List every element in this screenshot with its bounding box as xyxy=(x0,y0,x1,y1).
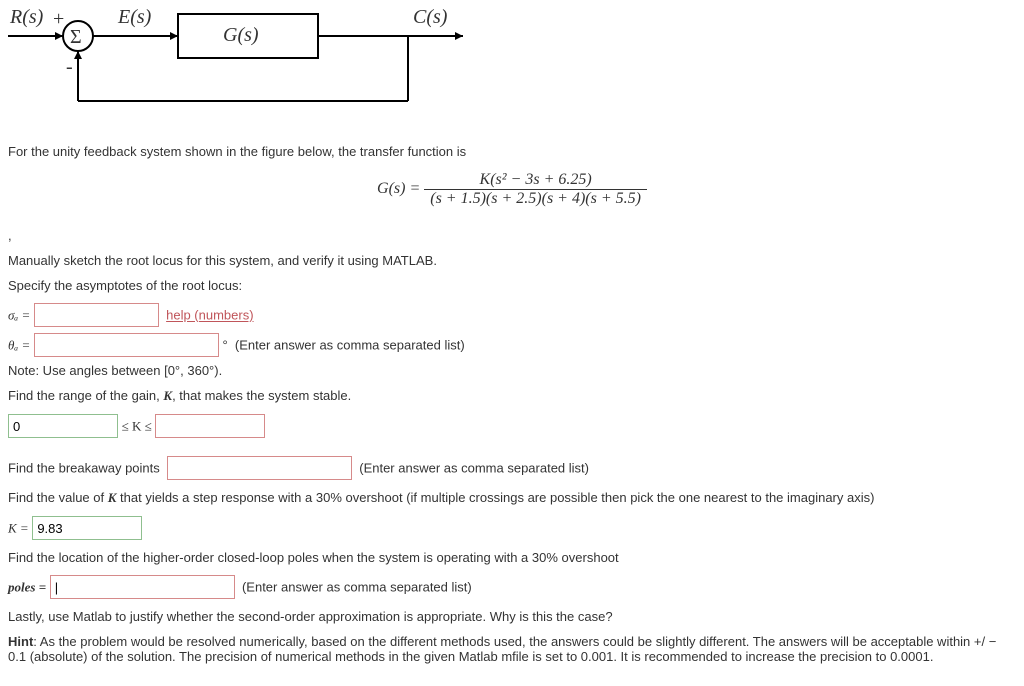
poles-input[interactable] xyxy=(50,575,235,599)
transfer-function: G(s) = K(s² − 3s + 6.25) (s + 1.5)(s + 2… xyxy=(8,171,1016,208)
tf-numerator: K(s² − 3s + 6.25) xyxy=(424,171,647,190)
theta-label: θₐ = xyxy=(8,338,30,353)
gain-header-k: K xyxy=(163,388,172,403)
sigma-label: σₐ = xyxy=(8,308,30,323)
sketch-instruction: Manually sketch the root locus for this … xyxy=(8,253,1016,268)
theta-degree: ° xyxy=(222,338,227,353)
gain-header-suffix: , that makes the system stable. xyxy=(172,388,351,403)
hint-body: : As the problem would be resolved numer… xyxy=(33,634,974,649)
poles-percent: 30% xyxy=(532,550,558,565)
overshoot-prefix: Find the value of xyxy=(8,490,108,505)
k-relation: ≤ K ≤ xyxy=(122,419,152,434)
intro-text: For the unity feedback system shown in t… xyxy=(8,144,1016,159)
overshoot-percent: 30% xyxy=(316,490,342,505)
diagram-g-label: G(s) xyxy=(223,24,259,47)
breakaway-note: (Enter answer as comma separated list) xyxy=(359,461,589,476)
sigma-help-link[interactable]: help (numbers) xyxy=(166,308,253,323)
tf-denominator: (s + 1.5)(s + 2.5)(s + 4)(s + 5.5) xyxy=(424,190,647,208)
k-overshoot-input[interactable] xyxy=(32,516,142,540)
k-upper-input[interactable] xyxy=(155,414,265,438)
asymptotes-header: Specify the asymptotes of the root locus… xyxy=(8,278,1016,293)
justify-text: Lastly, use Matlab to justify whether th… xyxy=(8,609,1016,624)
poles-label: poles = xyxy=(8,580,46,595)
hint-label: Hint xyxy=(8,634,33,649)
diagram-plus: + xyxy=(53,8,64,31)
k-lower-input[interactable] xyxy=(8,414,118,438)
tf-lhs: G(s) = xyxy=(377,180,420,197)
overshoot-mid: that yields a step response with a xyxy=(116,490,315,505)
sigma-input[interactable] xyxy=(34,303,159,327)
theta-input[interactable] xyxy=(34,333,219,357)
theta-inline-note: (Enter answer as comma separated list) xyxy=(235,338,465,353)
gain-header-prefix: Find the range of the gain, xyxy=(8,388,163,403)
poles-text: Find the location of the higher-order cl… xyxy=(8,550,532,565)
hint-body2: (absolute) of the solution. The precisio… xyxy=(26,649,933,664)
diagram-minus: - xyxy=(66,56,73,79)
k-equals-label: K = xyxy=(8,521,29,536)
breakaway-input[interactable] xyxy=(167,456,352,480)
breakaway-label: Find the breakaway points xyxy=(8,461,160,476)
poles-note: (Enter answer as comma separated list) xyxy=(242,580,472,595)
block-diagram: R(s) + - Σ E(s) G(s) C(s) xyxy=(8,6,478,126)
diagram-r-label: R(s) xyxy=(10,6,43,29)
diagram-e-label: E(s) xyxy=(118,6,151,29)
poles-text-suffix: overshoot xyxy=(558,550,619,565)
overshoot-suffix: overshoot (if multiple crossings are pos… xyxy=(342,490,875,505)
angle-range-note: Note: Use angles between [0°, 360°). xyxy=(8,363,1016,378)
diagram-c-label: C(s) xyxy=(413,6,447,29)
diagram-sigma: Σ xyxy=(70,26,82,49)
